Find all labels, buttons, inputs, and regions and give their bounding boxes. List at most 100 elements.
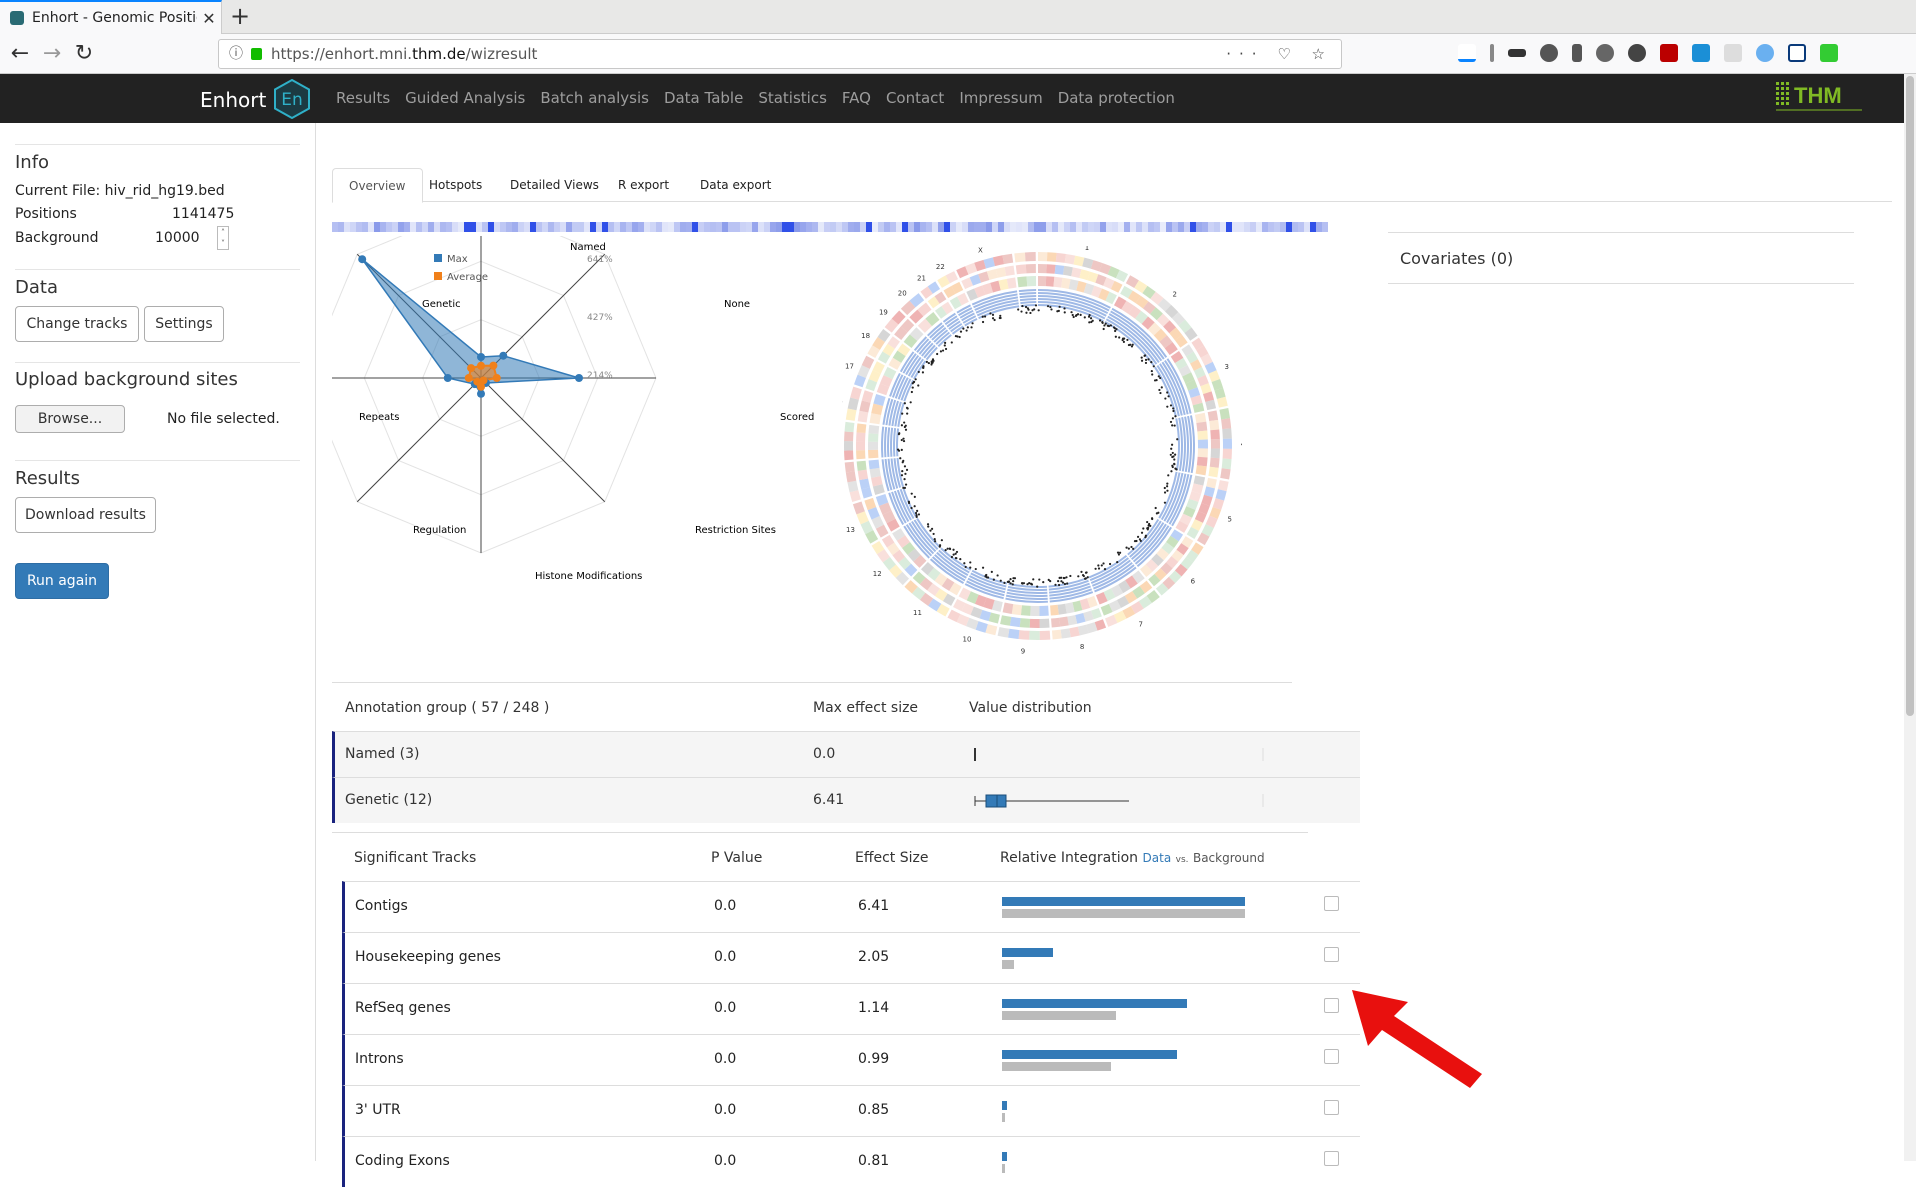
reload-button[interactable]: ↻	[70, 40, 98, 68]
data-integration-bar	[1002, 999, 1187, 1008]
track-row[interactable]: Contigs0.06.41	[342, 881, 1360, 932]
circos-point	[1077, 313, 1079, 315]
circos-point	[1128, 547, 1130, 549]
forward-button[interactable]: →	[38, 40, 66, 68]
track-checkbox[interactable]	[1324, 998, 1339, 1013]
radar-average-point[interactable]	[493, 374, 501, 382]
mask-icon[interactable]	[1508, 49, 1526, 57]
tab-overview[interactable]: Overview	[332, 168, 423, 203]
download-results-button[interactable]: Download results	[15, 497, 156, 533]
check-extension-icon[interactable]	[1756, 44, 1774, 62]
b-extension-icon[interactable]	[1628, 44, 1646, 62]
new-tab-button[interactable]: +	[230, 2, 250, 30]
circos-point	[898, 450, 900, 452]
nav-data-table[interactable]: Data Table	[664, 89, 743, 107]
page-actions[interactable]: ··· ♡ ☆	[1226, 40, 1333, 68]
nav-faq[interactable]: FAQ	[842, 89, 871, 107]
group-row-genetic[interactable]: Genetic (12) 6.41	[332, 777, 1360, 823]
globe-icon[interactable]	[1596, 44, 1614, 62]
track-row[interactable]: RefSeq genes0.01.14	[342, 983, 1360, 1034]
covariates-panel[interactable]: Covariates (0)	[1388, 232, 1854, 284]
track-row[interactable]: 3' UTR0.00.85	[342, 1085, 1360, 1136]
nav-impressum[interactable]: Impressum	[959, 89, 1042, 107]
radar-average-point[interactable]	[467, 364, 475, 372]
radar-max-point[interactable]	[575, 374, 583, 382]
circos-point	[911, 493, 913, 495]
browser-tab[interactable]: Enhort - Genomic Positio ✕	[0, 0, 222, 34]
tab-detailed-views[interactable]: Detailed Views	[494, 168, 615, 202]
heat-cell	[980, 222, 986, 232]
address-bar[interactable]: ⓘ https://enhort.mni.thm.de/wizresult ··…	[218, 39, 1342, 69]
reader-icon[interactable]	[1724, 44, 1742, 62]
circos-point	[1058, 310, 1060, 312]
track-row[interactable]: Housekeeping genes0.02.05	[342, 932, 1360, 983]
circos-point	[1143, 355, 1145, 357]
radar-max-point[interactable]	[477, 353, 485, 361]
track-checkbox[interactable]	[1324, 947, 1339, 962]
close-tab-icon[interactable]: ✕	[197, 9, 221, 28]
circos-heat-cell	[1223, 439, 1232, 449]
heat-cell	[578, 222, 584, 232]
heat-cell	[344, 222, 350, 232]
circos-point	[942, 349, 944, 351]
tab-data-export[interactable]: Data export	[684, 168, 787, 202]
nav-batch-analysis[interactable]: Batch analysis	[540, 89, 649, 107]
site-info-icon[interactable]: ⓘ	[229, 40, 243, 68]
library-icon[interactable]	[1490, 44, 1494, 62]
s-extension-icon[interactable]	[1692, 44, 1710, 62]
s-logo-icon[interactable]	[1788, 44, 1806, 62]
plus-extension-icon[interactable]	[1820, 44, 1838, 62]
circos-point	[939, 546, 941, 548]
track-pvalue: 0.0	[714, 1102, 736, 1118]
change-tracks-button[interactable]: Change tracks	[15, 306, 139, 342]
tab-r-export[interactable]: R export	[602, 168, 685, 202]
settings-button[interactable]: Settings	[144, 306, 224, 342]
radar-max-point[interactable]	[477, 390, 485, 398]
brand-name[interactable]: Enhort	[200, 88, 266, 112]
nav-guided-analysis[interactable]: Guided Analysis	[405, 89, 525, 107]
wrench-icon[interactable]	[1572, 44, 1582, 62]
track-checkbox[interactable]	[1324, 896, 1339, 911]
page-scrollbar[interactable]	[1904, 74, 1916, 1161]
track-checkbox[interactable]	[1324, 1049, 1339, 1064]
back-button[interactable]: ←	[6, 40, 34, 68]
radar-average-point[interactable]	[477, 362, 485, 370]
ublock-icon[interactable]	[1660, 44, 1678, 62]
nav-data-protection[interactable]: Data protection	[1058, 89, 1175, 107]
radar-max-point[interactable]	[358, 255, 366, 263]
circos-band	[884, 427, 887, 457]
radar-tick-214: 214%	[587, 371, 613, 381]
browse-button[interactable]: Browse...	[15, 405, 125, 433]
background-input[interactable]: 10000	[155, 230, 200, 246]
nav-statistics[interactable]: Statistics	[758, 89, 827, 107]
download-icon[interactable]	[1458, 44, 1476, 62]
track-row[interactable]: Coding Exons0.00.81	[342, 1136, 1360, 1187]
radar-average-point[interactable]	[465, 374, 473, 382]
radar-average-point[interactable]	[489, 362, 497, 370]
heat-cell	[584, 222, 590, 232]
radar-average-point[interactable]	[473, 378, 481, 386]
background-spinner[interactable]: ˄˅	[217, 226, 229, 250]
track-row[interactable]: Introns0.00.99	[342, 1034, 1360, 1085]
legend-max-swatch	[434, 254, 442, 262]
gear-icon[interactable]	[1540, 44, 1558, 62]
track-checkbox[interactable]	[1324, 1100, 1339, 1115]
scrollbar-thumb[interactable]	[1906, 76, 1914, 716]
circos-point	[902, 461, 904, 463]
radar-axis-line	[481, 378, 605, 502]
radar-max-point[interactable]	[499, 352, 507, 360]
circos-heat-cell	[1211, 449, 1220, 459]
heat-cell	[1034, 222, 1040, 232]
nav-contact[interactable]: Contact	[886, 89, 944, 107]
track-effect-size: 0.85	[858, 1102, 889, 1118]
enhort-logo-icon[interactable]: En	[272, 79, 312, 119]
radar-max-point[interactable]	[444, 374, 452, 382]
group-row-named[interactable]: Named (3) 0.0	[332, 731, 1360, 777]
heat-cell	[506, 222, 512, 232]
tab-hotspots[interactable]: Hotspots	[413, 168, 498, 202]
run-again-button[interactable]: Run again	[15, 563, 109, 599]
track-checkbox[interactable]	[1324, 1151, 1339, 1166]
heat-cell	[1214, 222, 1220, 232]
nav-results[interactable]: Results	[336, 89, 390, 107]
background-integration-bar	[1002, 1113, 1005, 1122]
